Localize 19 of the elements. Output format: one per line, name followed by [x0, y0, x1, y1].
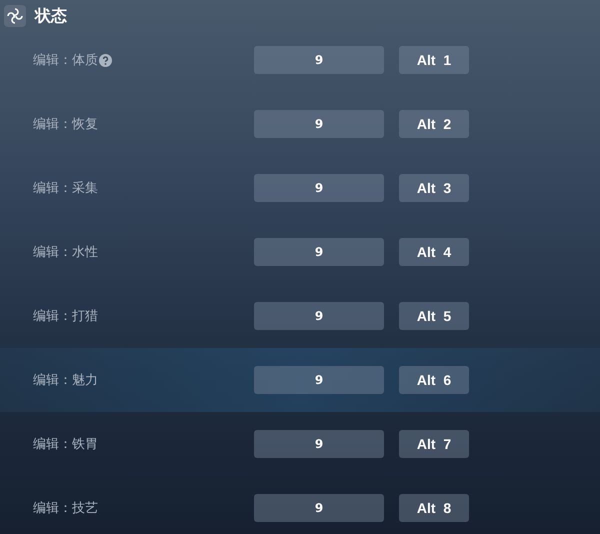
hotkey-button[interactable]: Alt 5	[399, 302, 469, 330]
setting-label: 编辑：恢复	[33, 116, 98, 133]
hotkey-button[interactable]: Alt 2	[399, 110, 469, 138]
setting-label: 编辑：水性	[33, 244, 98, 261]
section-title: 状态	[35, 6, 67, 26]
hotkey-button[interactable]: Alt 8	[399, 494, 469, 522]
setting-label: 编辑：采集	[33, 180, 98, 197]
setting-label: 编辑：魅力	[33, 372, 98, 389]
hotkey-button[interactable]: Alt 3	[399, 174, 469, 202]
setting-label: 编辑：铁胃	[33, 436, 98, 453]
setting-label: 编辑：技艺	[33, 500, 98, 517]
hotkey-button[interactable]: Alt 1	[399, 46, 469, 74]
setting-label: 编辑：打猎	[33, 308, 98, 325]
hotkey-button[interactable]: Alt 4	[399, 238, 469, 266]
help-icon[interactable]	[99, 54, 112, 66]
hotkey-button[interactable]: Alt 6	[399, 366, 469, 394]
logo-icon	[4, 5, 26, 27]
hotkey-button[interactable]: Alt 7	[399, 430, 469, 458]
setting-label: 编辑：体质	[33, 52, 98, 69]
